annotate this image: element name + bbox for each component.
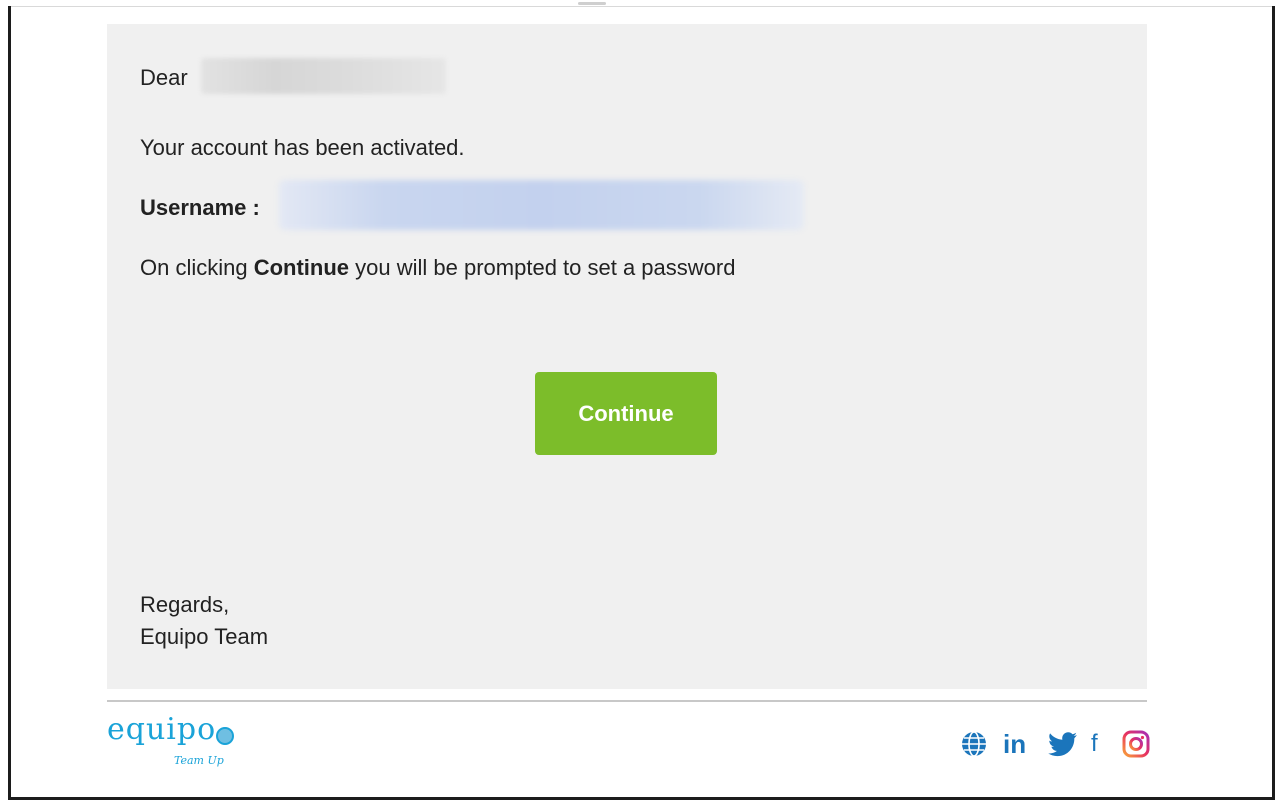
equipo-logo: equipo Team Up — [107, 712, 247, 772]
frame-left-border — [8, 6, 11, 800]
greeting: Dear — [140, 65, 188, 90]
twitter-icon[interactable] — [1047, 730, 1079, 758]
logo-globe-icon — [216, 727, 234, 745]
redacted-username — [279, 180, 804, 230]
footer-divider — [107, 700, 1147, 702]
linkedin-icon[interactable]: in — [1003, 730, 1026, 758]
logo-tagline: Team Up — [174, 754, 224, 767]
instruction-suffix: you will be prompted to set a password — [349, 255, 736, 280]
username-label: Username : — [140, 195, 260, 220]
frame-top-handle — [578, 2, 606, 5]
redacted-recipient-name — [201, 58, 446, 94]
frame-bottom-border — [8, 797, 1275, 800]
continue-button[interactable]: Continue — [535, 372, 717, 455]
instruction-bold: Continue — [253, 255, 350, 280]
regards-text: Regards, — [140, 592, 230, 617]
facebook-icon[interactable]: f — [1091, 730, 1098, 758]
social-links: in f — [960, 730, 1150, 760]
globe-icon[interactable] — [960, 730, 988, 758]
instruction-text: On clicking Continue you will be prompte… — [140, 254, 735, 282]
instagram-icon[interactable] — [1122, 730, 1150, 758]
signature-text: Equipo Team — [140, 624, 269, 649]
instruction-prefix: On clicking — [140, 255, 254, 280]
frame-top-border — [11, 6, 1272, 7]
activation-message: Your account has been activated. — [140, 135, 465, 160]
email-body: Dear Your account has been activated. Us… — [107, 24, 1147, 689]
frame-right-border — [1272, 6, 1275, 800]
logo-wordmark: equipo — [107, 712, 217, 747]
